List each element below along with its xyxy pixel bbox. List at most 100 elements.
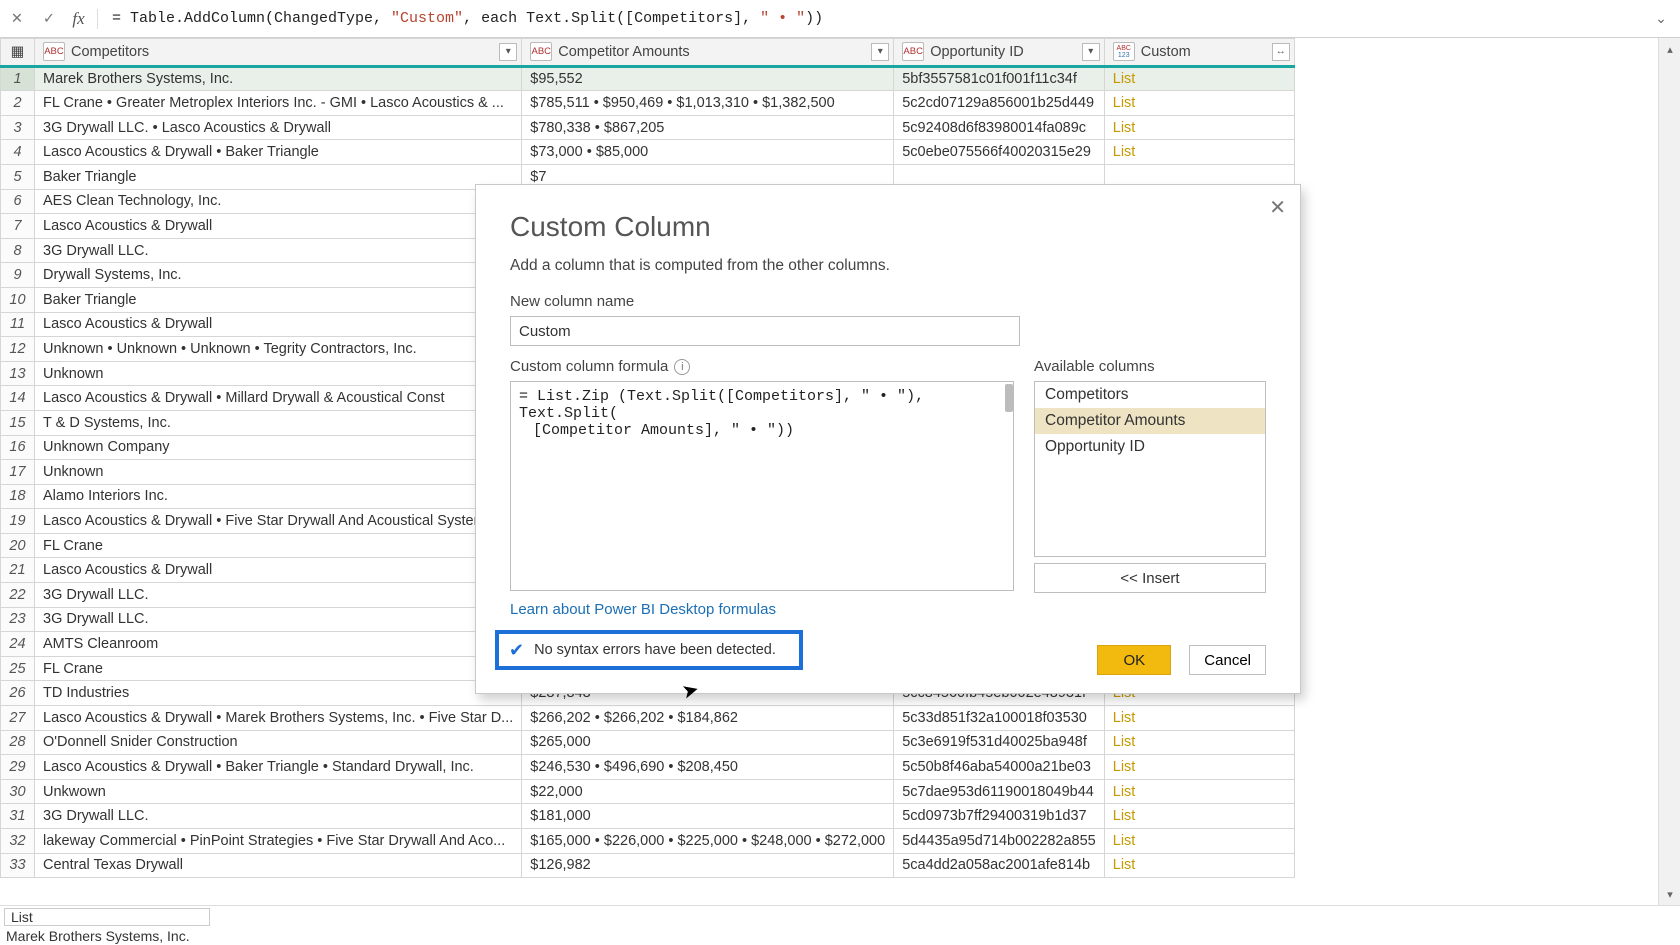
table-row[interactable]: 27Lasco Acoustics & Drywall • Marek Brot…	[1, 706, 1295, 731]
table-row[interactable]: 32lakeway Commercial • PinPoint Strategi…	[1, 829, 1295, 854]
row-header-corner[interactable]: ▦	[1, 39, 35, 67]
formula-text[interactable]: = Table.AddColumn(ChangedType, "Custom",…	[112, 10, 1638, 27]
row-number[interactable]: 11	[1, 312, 35, 337]
available-columns-list[interactable]: Competitors Competitor Amounts Opportuni…	[1034, 381, 1266, 557]
cell-opportunity[interactable]: 5c33d851f32a100018f03530	[894, 706, 1105, 731]
row-number[interactable]: 25	[1, 656, 35, 681]
row-number[interactable]: 21	[1, 558, 35, 583]
cell-competitors[interactable]: Unknown	[35, 460, 522, 485]
cell-custom[interactable]: List	[1104, 779, 1294, 804]
table-row[interactable]: 29Lasco Acoustics & Drywall • Baker Tria…	[1, 755, 1295, 780]
row-number[interactable]: 8	[1, 238, 35, 263]
cancel-button[interactable]: Cancel	[1189, 645, 1266, 675]
cell-competitors[interactable]: TD Industries	[35, 681, 522, 706]
cell-amounts[interactable]: $165,000 • $226,000 • $225,000 • $248,00…	[522, 829, 894, 854]
row-number[interactable]: 12	[1, 337, 35, 362]
cell-custom[interactable]: List	[1104, 706, 1294, 731]
row-number[interactable]: 17	[1, 460, 35, 485]
cell-opportunity[interactable]: 5ca4dd2a058ac2001afe814b	[894, 853, 1105, 878]
cell-amounts[interactable]: $73,000 • $85,000	[522, 140, 894, 165]
filter-dropdown-icon[interactable]: ▾	[499, 43, 517, 61]
cell-competitors[interactable]: FL Crane • Greater Metroplex Interiors I…	[35, 91, 522, 116]
cell-amounts[interactable]: $181,000	[522, 804, 894, 829]
row-number[interactable]: 13	[1, 361, 35, 386]
row-number[interactable]: 26	[1, 681, 35, 706]
filter-dropdown-icon[interactable]: ▾	[871, 43, 889, 61]
cell-custom[interactable]: List	[1104, 755, 1294, 780]
available-item[interactable]: Competitors	[1035, 382, 1265, 408]
cell-custom[interactable]: List	[1104, 140, 1294, 165]
cell-opportunity[interactable]: 5c92408d6f83980014fa089c	[894, 115, 1105, 140]
row-number[interactable]: 30	[1, 779, 35, 804]
row-number[interactable]: 15	[1, 410, 35, 435]
cell-custom[interactable]: List	[1104, 804, 1294, 829]
table-row[interactable]: 33G Drywall LLC. • Lasco Acoustics & Dry…	[1, 115, 1295, 140]
available-item[interactable]: Competitor Amounts	[1035, 408, 1265, 434]
learn-link[interactable]: Learn about Power BI Desktop formulas	[510, 601, 776, 618]
row-number[interactable]: 23	[1, 607, 35, 632]
cancel-formula-icon[interactable]: ✕	[6, 8, 28, 30]
row-number[interactable]: 28	[1, 730, 35, 755]
cell-competitors[interactable]: O'Donnell Snider Construction	[35, 730, 522, 755]
row-number[interactable]: 16	[1, 435, 35, 460]
cell-custom[interactable]: List	[1104, 730, 1294, 755]
cell-competitors[interactable]: 3G Drywall LLC. • Lasco Acoustics & Dryw…	[35, 115, 522, 140]
editor-scrollbar[interactable]	[1005, 384, 1013, 412]
scroll-up-icon[interactable]: ▴	[1659, 38, 1680, 60]
row-number[interactable]: 20	[1, 533, 35, 558]
cell-competitors[interactable]: Lasco Acoustics & Drywall	[35, 214, 522, 239]
row-number[interactable]: 4	[1, 140, 35, 165]
cell-amounts[interactable]: $780,338 • $867,205	[522, 115, 894, 140]
cell-opportunity[interactable]: 5c50b8f46aba54000a21be03	[894, 755, 1105, 780]
row-number[interactable]: 6	[1, 189, 35, 214]
row-number[interactable]: 5	[1, 164, 35, 189]
new-column-input[interactable]	[510, 316, 1020, 346]
cell-competitors[interactable]: Lasco Acoustics & Drywall • Marek Brothe…	[35, 706, 522, 731]
cell-competitors[interactable]: Unkwown	[35, 779, 522, 804]
commit-formula-icon[interactable]: ✓	[38, 8, 60, 30]
cell-competitors[interactable]: FL Crane	[35, 656, 522, 681]
expand-formula-icon[interactable]: ⌄	[1648, 10, 1674, 27]
row-number[interactable]: 22	[1, 583, 35, 608]
ok-button[interactable]: OK	[1097, 645, 1171, 675]
row-number[interactable]: 2	[1, 91, 35, 116]
vertical-scrollbar[interactable]: ▴ ▾	[1658, 38, 1680, 905]
table-row[interactable]: 2FL Crane • Greater Metroplex Interiors …	[1, 91, 1295, 116]
expand-column-icon[interactable]: ↔	[1272, 43, 1290, 61]
cell-competitors[interactable]: Alamo Interiors Inc.	[35, 484, 522, 509]
fx-icon[interactable]: fx	[70, 9, 98, 29]
col-header-amounts[interactable]: ABCCompetitor Amounts ▾	[522, 39, 894, 67]
cell-opportunity[interactable]: 5c0ebe075566f40020315e29	[894, 140, 1105, 165]
row-number[interactable]: 27	[1, 706, 35, 731]
filter-dropdown-icon[interactable]: ▾	[1082, 43, 1100, 61]
cell-amounts[interactable]: $246,530 • $496,690 • $208,450	[522, 755, 894, 780]
row-number[interactable]: 19	[1, 509, 35, 534]
row-number[interactable]: 24	[1, 632, 35, 657]
cell-amounts[interactable]: $95,552	[522, 66, 894, 91]
cell-competitors[interactable]: Baker Triangle	[35, 164, 522, 189]
cell-opportunity[interactable]: 5c7dae953d61190018049b44	[894, 779, 1105, 804]
insert-button[interactable]: << Insert	[1034, 563, 1266, 593]
row-number[interactable]: 7	[1, 214, 35, 239]
cell-competitors[interactable]: AMTS Cleanroom	[35, 632, 522, 657]
cell-competitors[interactable]: Marek Brothers Systems, Inc.	[35, 66, 522, 91]
cell-competitors[interactable]: 3G Drywall LLC.	[35, 583, 522, 608]
row-number[interactable]: 9	[1, 263, 35, 288]
cell-opportunity[interactable]: 5c3e6919f531d40025ba948f	[894, 730, 1105, 755]
cell-competitors[interactable]: Lasco Acoustics & Drywall • Baker Triang…	[35, 140, 522, 165]
cell-competitors[interactable]: Baker Triangle	[35, 287, 522, 312]
table-row[interactable]: 313G Drywall LLC.$181,0005cd0973b7ff2940…	[1, 804, 1295, 829]
available-item[interactable]: Opportunity ID	[1035, 434, 1265, 460]
row-number[interactable]: 18	[1, 484, 35, 509]
row-number[interactable]: 1	[1, 66, 35, 91]
row-number[interactable]: 32	[1, 829, 35, 854]
cell-amounts[interactable]: $265,000	[522, 730, 894, 755]
cell-custom[interactable]: List	[1104, 66, 1294, 91]
cell-amounts[interactable]: $266,202 • $266,202 • $184,862	[522, 706, 894, 731]
scroll-down-icon[interactable]: ▾	[1659, 883, 1680, 905]
cell-competitors[interactable]: AES Clean Technology, Inc.	[35, 189, 522, 214]
cell-amounts[interactable]: $126,982	[522, 853, 894, 878]
cell-competitors[interactable]: Unknown Company	[35, 435, 522, 460]
row-number[interactable]: 33	[1, 853, 35, 878]
row-number[interactable]: 3	[1, 115, 35, 140]
